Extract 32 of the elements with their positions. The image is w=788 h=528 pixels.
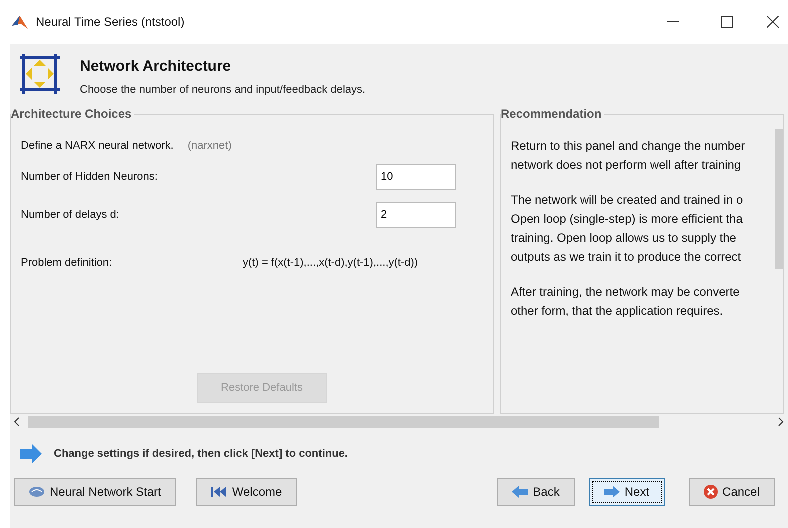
left-arrow-icon bbox=[512, 486, 528, 498]
field-label: Number of Hidden Neurons: bbox=[21, 171, 158, 183]
right-arrow-icon bbox=[20, 444, 42, 464]
field-label: Number of delays d: bbox=[21, 209, 120, 221]
page-subtitle: Choose the number of neurons and input/feedback delays. bbox=[80, 84, 366, 96]
window-title: Neural Time Series (ntstool) bbox=[36, 15, 186, 29]
wizard-button[interactable]: Next bbox=[588, 478, 665, 506]
number-field[interactable]: 2 bbox=[376, 202, 456, 228]
maximize-icon[interactable] bbox=[721, 16, 733, 28]
architecture-icon bbox=[18, 52, 62, 96]
right-arrow-icon bbox=[604, 486, 620, 498]
cancel-icon bbox=[704, 485, 718, 499]
page-title: Network Architecture bbox=[80, 58, 232, 75]
hint-text: Change settings if desired, then click [Next] to continue. bbox=[54, 448, 348, 460]
minimize-icon[interactable] bbox=[667, 21, 679, 23]
recommendation-text: The network will be created and trained in o Open loop (single-step) is more efficient tha training. Open loop allows us to supply the outputs as we train it to produce the correct bbox=[511, 192, 744, 266]
scroll-left-icon[interactable] bbox=[14, 417, 20, 427]
wizard-button[interactable]: Welcome bbox=[196, 478, 298, 506]
app-logo-icon bbox=[12, 14, 28, 30]
number-field[interactable]: 10 bbox=[376, 164, 456, 190]
network-function-note: (narxnet) bbox=[188, 140, 232, 152]
scroll-right-icon[interactable] bbox=[778, 417, 784, 427]
wizard-button[interactable]: Cancel bbox=[688, 478, 775, 506]
rewind-icon bbox=[211, 486, 228, 498]
close-icon[interactable] bbox=[767, 16, 779, 28]
recommendation-text: After training, the network may be converte other form, that the application requires. bbox=[511, 284, 741, 320]
wizard-button[interactable]: Back bbox=[497, 478, 575, 506]
recommendation-text: Return to this panel and change the number network does not perform well after training bbox=[511, 138, 746, 174]
wizard-button[interactable]: Neural Network Start bbox=[14, 478, 176, 506]
problem-label: Problem definition: bbox=[21, 257, 114, 269]
network-description: Define a NARX neural network. bbox=[21, 140, 174, 152]
problem-formula: y(t) = f(x(t-1),...,x(t-d),y(t-1),...,y(t-d)) bbox=[243, 257, 418, 269]
